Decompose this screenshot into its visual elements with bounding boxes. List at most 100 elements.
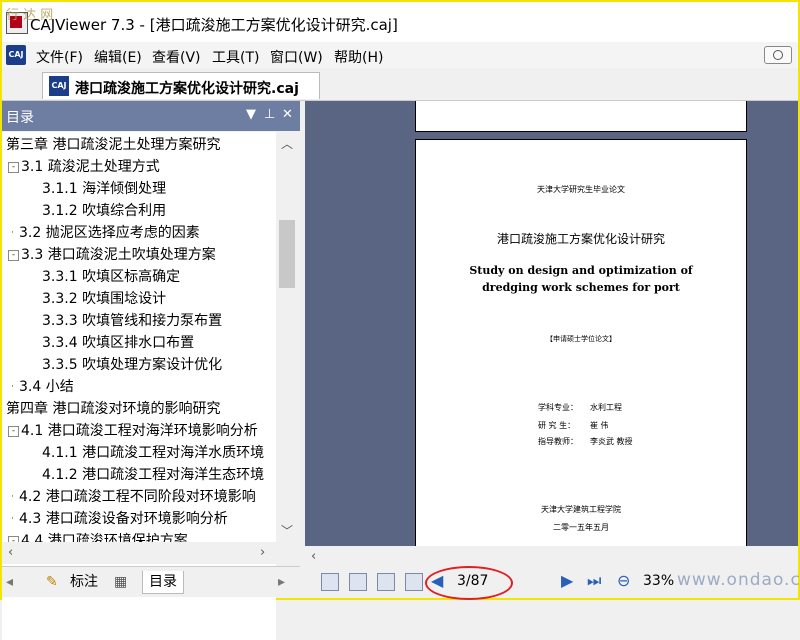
menu-help[interactable]: 帮助(H): [334, 47, 383, 67]
zoom-out-icon[interactable]: ⊖: [617, 571, 630, 590]
toc-item-label: 4.1 港口疏浚工程对海洋环境影响分析: [21, 423, 258, 439]
toc-item[interactable]: · 4.2 港口疏浚工程不同阶段对环境影响: [8, 486, 256, 508]
toc-item[interactable]: -3.3 港口疏浚泥土吹填处理方案: [8, 244, 216, 266]
toc-item[interactable]: · 4.3 港口疏浚设备对环境影响分析: [8, 508, 228, 530]
page-student-value: 崔 伟: [590, 421, 609, 430]
toc-item-label: 4.1.2 港口疏浚工程对海洋生态环境: [42, 467, 265, 483]
pane-tab-prev-icon[interactable]: ◂: [6, 571, 13, 593]
watermark-bottom-right: www.ondao.com: [677, 570, 800, 590]
toc-item-label: 3.3.1 吹填区标高确定: [42, 269, 181, 285]
restore-window-icon[interactable]: [764, 46, 792, 64]
close-icon[interactable]: ✕: [282, 107, 293, 122]
toc-header: 目录 ▼ ⊥ ✕: [2, 101, 300, 131]
collapse-toggle-icon[interactable]: -: [8, 249, 19, 261]
toc-item-label: 3.1.2 吹填综合利用: [42, 203, 167, 219]
tree-line-icon: ·: [11, 227, 14, 238]
dropdown-arrow-icon[interactable]: ▼: [246, 107, 256, 122]
document-tab-bar: CAJ 港口疏浚施工方案优化设计研究.caj: [2, 68, 798, 101]
scroll-up-icon[interactable]: ︿: [281, 135, 293, 152]
toc-pane: 目录 ▼ ⊥ ✕ 第三章 港口疏浚泥土处理方案研究 -3.1 疏浚泥土处理方式 3.…: [2, 101, 300, 640]
collapse-toggle-icon[interactable]: -: [8, 425, 19, 437]
toc-item[interactable]: 第三章 港口疏浚泥土处理方案研究: [6, 134, 220, 156]
scroll-right-icon[interactable]: ›: [260, 545, 265, 560]
toc-item-label: 3.4 小结: [19, 379, 74, 395]
toc-header-title: 目录: [6, 110, 34, 126]
tab-annotations[interactable]: 标注: [70, 571, 98, 593]
toc-item[interactable]: 3.3.5 吹填处理方案设计优化: [42, 354, 222, 376]
scroll-thumb[interactable]: [279, 220, 295, 288]
toc-item-label: 4.1.1 港口疏浚工程对海洋水质环境: [42, 445, 265, 461]
toc-item-label: 3.3.5 吹填处理方案设计优化: [42, 357, 223, 373]
toc-item-label: 4.2 港口疏浚工程不同阶段对环境影响: [19, 489, 256, 505]
toc-item[interactable]: 3.1.1 海洋倾倒处理: [42, 178, 166, 200]
tab-toc[interactable]: 目录: [142, 571, 184, 594]
toc-item[interactable]: 3.3.2 吹填围埝设计: [42, 288, 166, 310]
annotation-pen-icon: ✎: [46, 574, 58, 590]
previous-page-bottom: [415, 101, 747, 132]
document-tab[interactable]: CAJ 港口疏浚施工方案优化设计研究.caj: [42, 72, 320, 99]
toc-item-label: 3.3.2 吹填围埝设计: [42, 291, 167, 307]
facing-pages-view-icon[interactable]: [377, 573, 395, 591]
toc-grid-icon: ▦: [114, 574, 128, 590]
page-date: 二零一五年五月: [553, 523, 609, 532]
document-horizontal-scrollbar[interactable]: ‹: [305, 546, 798, 568]
pane-tab-next-icon[interactable]: ▸: [278, 571, 285, 593]
toc-item-label: 3.3.4 吹填区排水口布置: [42, 335, 195, 351]
last-page-icon[interactable]: ⏭: [587, 571, 601, 591]
toc-horizontal-scrollbar[interactable]: ‹ ›: [2, 542, 276, 564]
page-student-label: 研 究 生：: [538, 421, 576, 430]
window-title: CAJViewer 7.3 - [港口疏浚施工方案优化设计研究.caj]: [30, 16, 398, 34]
tree-line-icon: ·: [11, 381, 14, 392]
toc-item-label: 3.3 港口疏浚泥土吹填处理方案: [21, 247, 216, 263]
scroll-left-icon[interactable]: ‹: [311, 549, 316, 564]
tree-line-icon: ·: [11, 513, 14, 524]
zoom-level[interactable]: 33%: [643, 573, 674, 589]
toc-item[interactable]: 4.1.2 港口疏浚工程对海洋生态环境: [42, 464, 264, 486]
document-view[interactable]: 天津大学研究生毕业论文 港口疏浚施工方案优化设计研究 Study on desi…: [305, 101, 798, 546]
toc-item[interactable]: -4.1 港口疏浚工程对海洋环境影响分析: [8, 420, 258, 442]
toc-item[interactable]: 4.1.1 港口疏浚工程对海洋水质环境: [42, 442, 264, 464]
pin-icon[interactable]: ⊥: [264, 107, 275, 122]
page-major-label: 学科专业：: [538, 403, 578, 412]
document-page: 天津大学研究生毕业论文 港口疏浚施工方案优化设计研究 Study on desi…: [415, 139, 747, 546]
menu-tools[interactable]: 工具(T): [212, 47, 259, 67]
collapse-toggle-icon[interactable]: -: [8, 161, 19, 173]
toc-item[interactable]: -3.1 疏浚泥土处理方式: [8, 156, 160, 178]
toc-item-label: 3.1.1 海洋倾倒处理: [42, 181, 167, 197]
toc-item[interactable]: 3.1.2 吹填综合利用: [42, 200, 166, 222]
toc-vertical-scrollbar[interactable]: ︿ ﹀: [276, 132, 298, 542]
page-title-en-2: dredging work schemes for port: [482, 281, 680, 294]
document-tab-label: 港口疏浚施工方案优化设计研究.caj: [75, 81, 299, 97]
menu-view[interactable]: 查看(V): [152, 47, 201, 67]
scroll-down-icon[interactable]: ﹀: [281, 522, 293, 539]
next-page-icon[interactable]: ▶: [561, 571, 573, 590]
scroll-left-icon[interactable]: ‹: [8, 545, 13, 560]
page-advisor-value: 李炎武 教授: [590, 437, 633, 446]
toc-item[interactable]: · 3.4 小结: [8, 376, 74, 398]
toc-item[interactable]: 3.3.4 吹填区排水口布置: [42, 332, 194, 354]
menu-edit[interactable]: 编辑(E): [94, 47, 142, 67]
menu-file[interactable]: 文件(F): [36, 47, 83, 67]
page-title-cn: 港口疏浚施工方案优化设计研究: [496, 232, 665, 246]
cajviewer-logo-icon[interactable]: CAJ: [6, 45, 26, 65]
bottom-toolbar: ◀ 3/87 ▶ ⏭ ⊖ 33% www.ondao.com: [305, 566, 800, 600]
toc-item-label: 4.3 港口疏浚设备对环境影响分析: [19, 511, 228, 527]
pane-tab-bar: ◂ ✎ 标注 ▦ 目录 ▸: [2, 566, 300, 597]
continuous-view-icon[interactable]: [349, 573, 367, 591]
toc-item[interactable]: 第四章 港口疏浚对环境的影响研究: [6, 398, 220, 420]
toc-item-label: 3.2 抛泥区选择应考虑的因素: [19, 225, 200, 241]
page-degree: 【申请硕士学位论文】: [546, 335, 616, 343]
toc-item[interactable]: 3.3.3 吹填管线和接力泵布置: [42, 310, 222, 332]
page-indicator[interactable]: 3/87: [457, 573, 488, 589]
book-view-icon[interactable]: [405, 573, 423, 591]
toc-item-label: 第四章 港口疏浚对环境的影响研究: [6, 401, 221, 417]
title-bar: 行 达 网 CAJViewer 7.3 - [港口疏浚施工方案优化设计研究.ca…: [2, 2, 798, 42]
tree-line-icon: ·: [11, 491, 14, 502]
toc-item[interactable]: · 3.2 抛泥区选择应考虑的因素: [8, 222, 200, 244]
single-page-view-icon[interactable]: [321, 573, 339, 591]
page-title-en-1: Study on design and optimization of: [469, 264, 693, 277]
menu-window[interactable]: 窗口(W): [270, 47, 323, 67]
toc-item-label: 3.1 疏浚泥土处理方式: [21, 159, 160, 175]
toc-item[interactable]: 3.3.1 吹填区标高确定: [42, 266, 180, 288]
page-major-value: 水利工程: [590, 403, 622, 412]
